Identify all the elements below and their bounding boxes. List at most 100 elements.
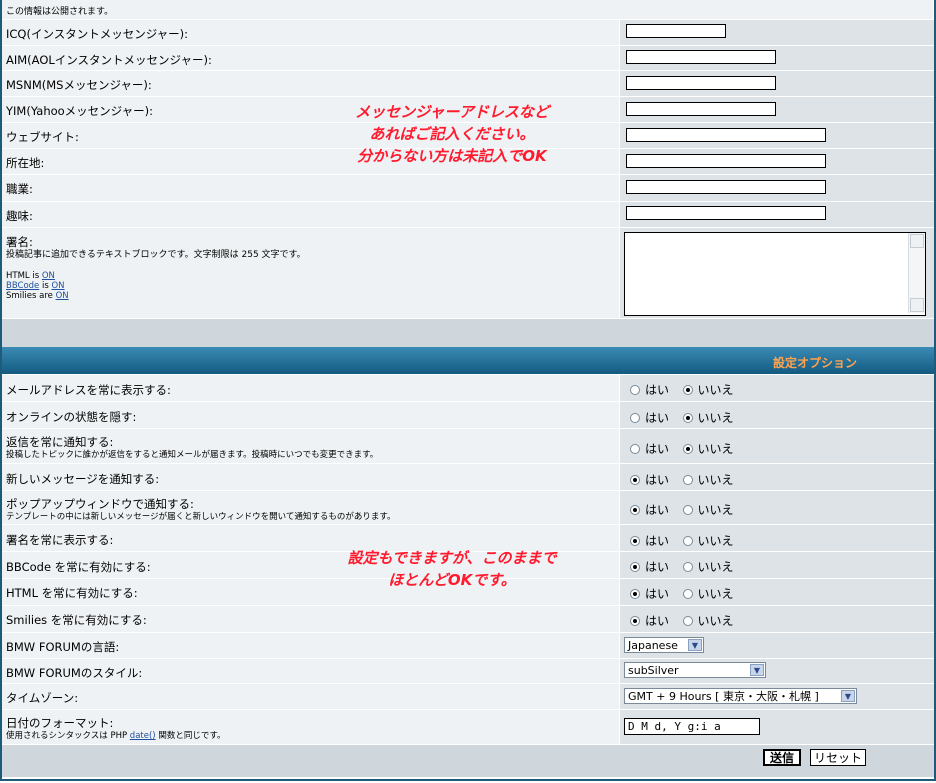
smilies-on-link[interactable]: ON xyxy=(56,291,69,301)
option-row: 新しいメッセージを通知する: はい いいえ xyxy=(2,464,934,491)
language-value: Japanese xyxy=(628,638,678,652)
option-yes-radio[interactable]: はい xyxy=(630,501,669,518)
submit-button[interactable]: 送信 xyxy=(763,749,801,766)
html-status: HTML is ON xyxy=(6,271,619,281)
html-status-text: HTML is xyxy=(6,271,40,281)
option-yes-text: はい xyxy=(645,587,670,601)
profile-form: この情報は公開されます。 ICQ(インスタントメッセンジャー): AIM(AOL… xyxy=(0,0,936,781)
interests-input[interactable] xyxy=(626,206,826,220)
option-yes-radio[interactable]: はい xyxy=(630,440,669,457)
option-no-text: いいえ xyxy=(697,614,734,628)
option-yes-text: はい xyxy=(645,442,670,456)
option-no-radio[interactable]: いいえ xyxy=(682,612,734,629)
occupation-input[interactable] xyxy=(626,180,826,194)
msnm-label: MSNM(MSメッセンジャー): xyxy=(6,78,152,92)
option-no-radio[interactable]: いいえ xyxy=(682,501,734,518)
timezone-label: タイムゾーン: xyxy=(6,691,79,705)
msnm-input[interactable] xyxy=(626,76,776,90)
radio-checked-icon xyxy=(630,588,640,599)
annotation-line: あればご記入ください。 xyxy=(369,125,535,143)
public-notice: この情報は公開されます。 xyxy=(2,0,934,20)
radio-checked-icon xyxy=(682,443,693,454)
signature-scrollbar[interactable] xyxy=(908,233,925,313)
bbcode-status-text: is xyxy=(41,281,49,291)
php-date-link[interactable]: date() xyxy=(130,731,156,741)
icq-row: ICQ(インスタントメッセンジャー): xyxy=(2,20,934,46)
scroll-up-icon[interactable] xyxy=(910,234,924,248)
radio-icon xyxy=(682,474,693,485)
dateformat-input[interactable]: D M d, Y g:i a xyxy=(624,718,760,735)
dateformat-row: 日付のフォーマット: 使用されるシンタックスは PHP date() 関数と同じ… xyxy=(2,710,934,745)
icq-input[interactable] xyxy=(626,24,726,38)
section-spacer xyxy=(2,319,934,347)
option-yes-radio[interactable]: はい xyxy=(630,558,669,575)
language-row: BMW FORUMの言語: xyxy=(2,633,934,659)
timezone-select[interactable]: GMT + 9 Hours [ 東京・大阪・札幌 ] ▼ xyxy=(624,688,857,704)
option-yes-radio[interactable]: はい xyxy=(630,585,669,602)
chevron-down-icon[interactable]: ▼ xyxy=(688,639,702,651)
aim-input[interactable] xyxy=(626,50,776,64)
smilies-status: Smilies are ON xyxy=(6,291,619,301)
option-no-radio[interactable]: いいえ xyxy=(682,471,734,488)
option-yes-text: はい xyxy=(645,411,670,425)
language-label: BMW FORUMの言語: xyxy=(6,640,120,654)
website-label: ウェブサイト: xyxy=(6,130,79,144)
icq-label: ICQ(インスタントメッセンジャー): xyxy=(6,27,189,41)
style-value: subSilver xyxy=(628,663,679,677)
option-yes-radio[interactable]: はい xyxy=(630,471,669,488)
radio-checked-icon xyxy=(682,384,693,395)
annotation-messenger-note: メッセンジャーアドレスなど あればご記入ください。 分からない方は未記入でOK xyxy=(302,101,602,167)
option-no-radio[interactable]: いいえ xyxy=(682,409,734,426)
bbcode-on-link[interactable]: ON xyxy=(51,281,64,291)
option-yes-text: はい xyxy=(645,473,670,487)
radio-icon xyxy=(682,561,693,572)
option-no-text: いいえ xyxy=(697,411,734,425)
signature-textarea[interactable] xyxy=(624,232,926,316)
yim-input[interactable] xyxy=(626,102,776,116)
option-no-radio[interactable]: いいえ xyxy=(682,558,734,575)
option-yes-text: はい xyxy=(645,560,670,574)
option-no-radio[interactable]: いいえ xyxy=(682,381,734,398)
radio-checked-icon xyxy=(630,474,640,485)
option-no-radio[interactable]: いいえ xyxy=(682,440,734,457)
chevron-down-icon[interactable]: ▼ xyxy=(841,690,855,702)
html-on-link[interactable]: ON xyxy=(42,271,55,281)
option-row: Smilies を常に有効にする: はい いいえ xyxy=(2,606,934,633)
option-label: オンラインの状態を隠す: xyxy=(6,410,137,424)
radio-icon xyxy=(682,588,693,599)
radio-checked-icon xyxy=(630,561,640,572)
smilies-status-text: Smilies are xyxy=(6,291,53,301)
annotation-options-note: 設定もできますが、このままで ほとんどOKです。 xyxy=(292,547,612,591)
option-yes-radio[interactable]: はい xyxy=(630,381,669,398)
option-no-radio[interactable]: いいえ xyxy=(682,532,734,549)
radio-icon xyxy=(682,615,693,626)
signature-desc: 投稿記事に追加できるテキストブロックです。文字制限は 255 文字です。 xyxy=(6,250,306,260)
option-no-radio[interactable]: いいえ xyxy=(682,585,734,602)
website-input[interactable] xyxy=(626,128,826,142)
chevron-down-icon[interactable]: ▼ xyxy=(750,664,764,676)
radio-icon xyxy=(630,384,640,395)
reset-button[interactable]: リセット xyxy=(810,749,866,766)
option-no-text: いいえ xyxy=(697,587,734,601)
msnm-row: MSNM(MSメッセンジャー): xyxy=(2,71,934,97)
scroll-down-icon[interactable] xyxy=(910,298,924,312)
option-label: BBCode を常に有効にする: xyxy=(6,560,151,574)
location-input[interactable] xyxy=(626,154,826,168)
language-select[interactable]: Japanese ▼ xyxy=(624,637,704,653)
dateformat-label: 日付のフォーマット: xyxy=(6,716,114,730)
option-yes-radio[interactable]: はい xyxy=(630,532,669,549)
option-label: HTML を常に有効にする: xyxy=(6,586,138,600)
option-yes-radio[interactable]: はい xyxy=(630,409,669,426)
style-select[interactable]: subSilver ▼ xyxy=(624,662,766,678)
options-header: 設定オプション xyxy=(2,347,934,374)
style-label: BMW FORUMのスタイル: xyxy=(6,666,143,680)
option-yes-radio[interactable]: はい xyxy=(630,612,669,629)
style-row: BMW FORUMのスタイル: xyxy=(2,659,934,684)
annotation-line: ほとんどOKです。 xyxy=(388,571,516,589)
option-label: Smilies を常に有効にする: xyxy=(6,613,147,627)
option-row: メールアドレスを常に表示する: はい いいえ xyxy=(2,375,934,402)
option-row: 返信を常に通知する: 投稿したトピックに誰かが返信をすると通知メールが届きます。投… xyxy=(2,429,934,464)
notice-row: この情報は公開されます。 xyxy=(2,0,934,20)
option-yes-text: はい xyxy=(645,534,670,548)
bbcode-link[interactable]: BBCode xyxy=(6,281,39,291)
